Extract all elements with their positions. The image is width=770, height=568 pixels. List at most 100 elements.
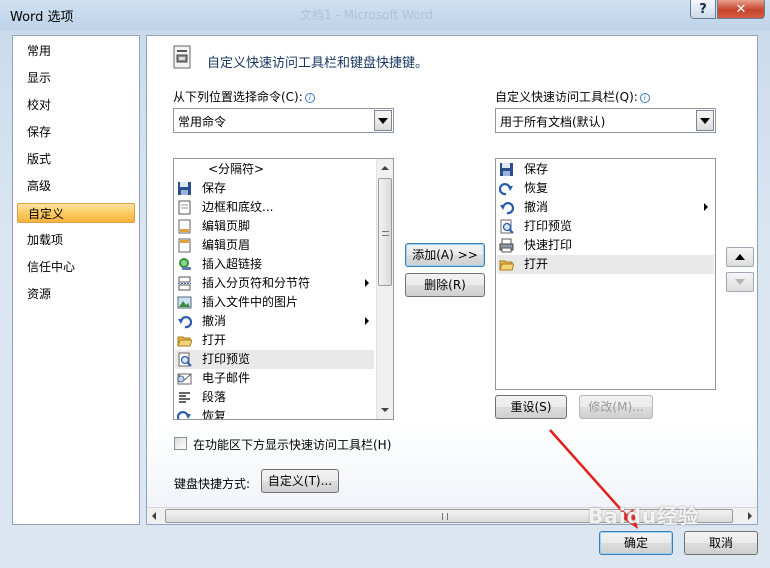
background-window-title: 文档1 - Microsoft Word <box>300 8 433 22</box>
quick-print-icon <box>499 238 514 253</box>
list-item[interactable]: 段落 <box>175 388 374 407</box>
scroll-right-icon[interactable] <box>748 512 752 520</box>
list-item-label: 打印预览 <box>524 219 573 233</box>
list-item[interactable]: 撤消 <box>497 198 714 217</box>
vertical-scrollbar[interactable] <box>376 159 393 419</box>
submenu-arrow-icon <box>365 279 369 287</box>
submenu-arrow-icon <box>365 317 369 325</box>
list-item-label: 恢复 <box>524 181 549 195</box>
qat-scope-label: 自定义快速访问工具栏(Q): i <box>495 88 650 105</box>
remove-button[interactable]: 删除(R) <box>405 273 485 297</box>
modify-button[interactable]: 修改(M)... <box>579 395 653 419</box>
list-item-label: 边框和底纹... <box>202 200 274 214</box>
scroll-down-icon[interactable] <box>381 408 389 412</box>
list-item-label: 快速打印 <box>524 238 573 252</box>
scroll-thumb[interactable] <box>378 178 392 286</box>
show-qat-below-ribbon-checkbox[interactable] <box>174 437 187 450</box>
nav-item[interactable]: 信任中心 <box>27 257 75 277</box>
list-item-label: 保存 <box>524 162 549 176</box>
nav-item[interactable]: 资源 <box>27 284 51 304</box>
redo-icon <box>177 411 191 419</box>
list-item[interactable]: 电子邮件 <box>175 369 374 388</box>
list-item[interactable]: 打开 <box>497 255 714 274</box>
list-item-label: 打开 <box>202 333 227 347</box>
nav-item[interactable]: 保存 <box>27 122 51 142</box>
nav-item[interactable]: 自定义 <box>17 203 135 223</box>
list-item[interactable]: 快速打印 <box>497 236 714 255</box>
watermark: Baidu经验 <box>588 504 700 528</box>
reset-button[interactable]: 重设(S) <box>495 395 567 419</box>
choose-commands-combo[interactable]: 常用命令 <box>173 108 394 133</box>
available-commands-list[interactable]: 恢复 段落 电子邮件 打印预览 打开 撤消 插入文件中的图片 插入分页符和分节符 插入超链接 编辑… <box>173 158 394 420</box>
submenu-arrow-icon <box>704 203 708 211</box>
choose-commands-value: 常用命令 <box>178 115 227 129</box>
nav-item[interactable]: 显示 <box>27 68 51 88</box>
print-preview-icon <box>500 219 514 234</box>
nav-item[interactable]: 高级 <box>27 176 51 196</box>
header-icon <box>178 238 191 253</box>
list-item[interactable]: 插入分页符和分节符 <box>175 274 374 293</box>
nav-item[interactable]: 常用 <box>27 41 51 61</box>
panel-heading: 自定义快速访问工具栏和键盘快捷键。 <box>207 56 429 71</box>
list-item-label: 插入分页符和分节符 <box>202 276 311 290</box>
list-item-label: 插入文件中的图片 <box>202 295 299 309</box>
list-item-label: 保存 <box>202 181 227 195</box>
qat-scope-value: 用于所有文档(默认) <box>500 115 606 129</box>
scroll-left-icon[interactable] <box>152 512 156 520</box>
undo-icon <box>178 316 192 329</box>
list-item-label: 打印预览 <box>202 352 251 366</box>
border-icon <box>178 200 191 215</box>
add-button[interactable]: 添加(A) >> <box>405 243 485 267</box>
customize-shortcuts-button[interactable]: 自定义(T)... <box>261 469 339 493</box>
info-icon: i <box>639 93 650 103</box>
list-item-label: 段落 <box>202 390 227 404</box>
arrow-down-icon <box>735 279 745 285</box>
chevron-down-icon[interactable] <box>696 110 714 131</box>
customize-panel: 自定义快速访问工具栏和键盘快捷键。 从下列位置选择命令(C): i 常用命令 自定… <box>146 35 758 525</box>
list-item[interactable]: 保存 <box>497 160 714 179</box>
close-button[interactable]: ✕ <box>717 0 765 19</box>
list-item-label: 电子邮件 <box>202 371 251 385</box>
save-icon <box>500 163 513 176</box>
list-item[interactable]: 编辑页脚 <box>175 217 374 236</box>
chevron-down-icon[interactable] <box>374 110 392 131</box>
list-item[interactable]: 保存 <box>175 179 374 198</box>
nav-item[interactable]: 版式 <box>27 149 51 169</box>
undo-icon <box>500 202 514 215</box>
move-down-button[interactable] <box>726 272 754 292</box>
info-icon: i <box>304 93 315 103</box>
help-button[interactable]: ? <box>690 0 716 19</box>
list-item[interactable]: 撤消 <box>175 312 374 331</box>
keyboard-shortcut-label: 键盘快捷方式: <box>174 477 251 491</box>
move-up-button[interactable] <box>726 247 754 267</box>
choose-commands-label: 从下列位置选择命令(C): i <box>173 88 315 105</box>
paragraph-icon <box>179 392 190 403</box>
list-item[interactable]: 编辑页眉 <box>175 236 374 255</box>
list-item-label: 撤消 <box>202 314 227 328</box>
open-folder-icon <box>177 336 192 347</box>
list-item[interactable]: 边框和底纹... <box>175 198 374 217</box>
help-icon: ? <box>699 1 707 17</box>
list-item-label: 编辑页脚 <box>202 219 251 233</box>
word-options-dialog: Word 选项 文档1 - Microsoft Word ? ✕ 常用显示校对保… <box>0 0 770 568</box>
list-item[interactable]: 插入文件中的图片 <box>175 293 374 312</box>
options-nav: 常用显示校对保存版式高级自定义加载项信任中心资源 <box>12 35 140 525</box>
nav-item[interactable]: 校对 <box>27 95 51 115</box>
list-item[interactable]: 恢复 <box>175 407 374 420</box>
qat-scope-combo[interactable]: 用于所有文档(默认) <box>495 108 716 133</box>
list-item[interactable]: 打开 <box>175 331 374 350</box>
nav-item[interactable]: 加载项 <box>27 230 63 250</box>
toolbar-customize-icon <box>173 45 191 69</box>
list-item[interactable]: 打印预览 <box>175 350 374 369</box>
list-item[interactable]: 恢复 <box>497 179 714 198</box>
list-item[interactable]: 打印预览 <box>497 217 714 236</box>
redo-icon <box>499 183 513 196</box>
scroll-up-icon[interactable] <box>381 166 389 170</box>
list-item[interactable]: <分隔符> <box>175 160 374 179</box>
cancel-button[interactable]: 取消 <box>684 531 758 555</box>
qat-commands-list[interactable]: 打开 快速打印 打印预览 撤消 恢复 保存 <box>495 158 716 390</box>
list-item[interactable]: 插入超链接 <box>175 255 374 274</box>
list-item-label: 恢复 <box>202 409 227 420</box>
dialog-title: Word 选项 <box>10 10 74 25</box>
open-folder-icon <box>499 260 514 271</box>
